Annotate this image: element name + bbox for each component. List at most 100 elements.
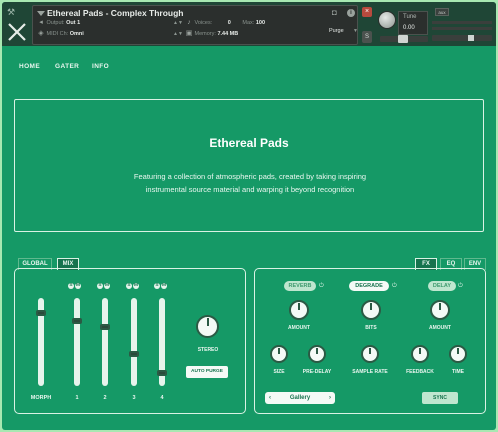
stereo-knob[interactable] [196,315,219,338]
midi-value[interactable]: Omni [70,31,84,37]
delay-amount-knob[interactable] [430,300,450,320]
nav-info[interactable]: INFO [92,63,109,70]
pre-delay-knob[interactable] [308,345,326,363]
degrade-toggle[interactable]: DEGRADE [349,281,389,291]
reverb-amount-knob[interactable] [289,300,309,320]
tune-display: Tune 0.00 [398,11,428,35]
delay-toggle[interactable]: DELAY [428,281,456,291]
fader-2-label: 2 [103,395,107,401]
purge-dropdown-icon[interactable]: ▼ [353,28,358,34]
preset-selector[interactable]: ‹ Gallery › [265,392,335,404]
size-label: SIZE [273,369,285,375]
output-value[interactable]: Out 1 [66,20,80,26]
preset-value[interactable]: Gallery [290,395,310,401]
fader-morph-handle[interactable] [36,310,46,316]
sync-button[interactable]: SYNC [422,392,458,404]
hero-description-line-2: instrumental source material and warping… [145,185,355,194]
instrument-window: ⚒ Ethereal Pads - Complex Through ◘ i ◂ … [2,2,496,430]
output-row[interactable]: ◂ Output: Out 1 [37,19,80,27]
channel-1-solo-button[interactable]: S [68,283,74,289]
tune-value[interactable]: 0.00 [403,25,415,31]
size-knob[interactable] [270,345,288,363]
fader-4[interactable] [157,298,167,386]
fader-3[interactable] [129,298,139,386]
output-label: Output: [46,20,65,26]
time-knob[interactable] [449,345,467,363]
fader-2-handle[interactable] [100,324,110,330]
camera-icon[interactable]: ◘ [332,9,342,17]
midi-row[interactable]: ◈ MIDI Ch: Omni [37,30,84,38]
fader-1-label: 1 [75,395,79,401]
tune-knob[interactable] [378,11,396,29]
wrench-icon[interactable]: ⚒ [7,8,27,17]
fader-2[interactable] [100,298,110,386]
voices-row: ♪ Voices: 0 Max: 100 [185,19,265,27]
feedback-knob[interactable] [411,345,429,363]
channel-2-solo-button[interactable]: S [97,283,103,289]
solo-button[interactable]: S [362,31,372,43]
purge-button[interactable]: Purge [329,28,344,34]
kontakt-header: ⚒ Ethereal Pads - Complex Through ◘ i ◂ … [2,2,496,46]
preset-next-icon[interactable]: › [329,392,331,404]
level-meter-right [432,27,492,30]
channel-1-mute-button[interactable]: M [75,283,81,289]
instrument-name[interactable]: Ethereal Pads - Complex Through [47,8,184,18]
midi-dropdown-icon[interactable]: ▲▼ [173,31,183,37]
reverb-power-icon[interactable]: ⏻ [319,282,325,290]
tune-label: Tune [403,14,417,20]
pan-slider-handle[interactable] [468,35,474,41]
fader-1[interactable] [72,298,82,386]
fader-3-handle[interactable] [129,351,139,357]
sample-rate-pointer [369,348,371,354]
channel-2-mute-button[interactable]: M [104,283,110,289]
bits-label: BITS [365,325,377,331]
reverb-toggle[interactable]: REVERB [284,281,316,291]
channel-4-mute-button[interactable]: M [161,283,167,289]
info-icon[interactable]: i [347,9,355,17]
max-value[interactable]: 100 [256,20,265,26]
direction-slider-handle[interactable] [398,35,408,43]
fader-morph[interactable] [36,298,46,386]
channel-4-solo-mute: SM [154,283,168,290]
fader-4-label: 4 [160,395,164,401]
bits-pointer [370,303,372,310]
preset-prev-icon[interactable]: ‹ [269,392,271,404]
hero-description: Featuring a collection of atmospheric pa… [95,170,405,196]
midi-icon: ◈ [38,30,44,37]
delay-power-icon[interactable]: ⏻ [458,282,464,290]
bits-knob[interactable] [361,300,381,320]
sample-rate-label: SAMPLE RATE [352,369,388,375]
auto-purge-button[interactable]: AUTO PURGE [186,366,228,378]
channel-2-solo-mute: SM [97,283,111,290]
fader-morph-label: MORPH [30,395,52,401]
output-dropdown-icon[interactable]: ▲▼ [173,20,183,26]
voices-icon: ♪ [187,19,191,26]
sample-rate-knob[interactable] [361,345,379,363]
instrument-logo: ⚒ [5,7,29,43]
channel-4-solo-button[interactable]: S [154,283,160,289]
reverb-amount-label: AMOUNT [288,325,310,331]
nav-home[interactable]: HOME [19,63,40,70]
channel-3-mute-button[interactable]: M [133,283,139,289]
memory-row: ▣ Memory: 7.44 MB [185,30,239,38]
nav-gater[interactable]: GATER [55,63,79,70]
channel-3-solo-button[interactable]: S [126,283,132,289]
delay-amount-label: AMOUNT [429,325,451,331]
fader-1-handle[interactable] [72,318,82,324]
fader-4-handle[interactable] [157,370,167,376]
close-icon[interactable]: × [362,7,372,17]
x-logo-icon [8,23,26,41]
memory-label: Memory: [194,31,216,37]
memory-icon: ▣ [185,30,193,37]
stereo-knob-pointer [207,318,209,326]
pan-slider[interactable] [432,35,492,41]
aux-button[interactable]: aux [435,8,449,16]
degrade-power-icon[interactable]: ⏻ [392,282,398,290]
collapse-arrow-icon[interactable] [37,11,45,16]
output-direction-slider[interactable] [380,35,428,43]
hero-title: Ethereal Pads [209,136,289,150]
stereo-label: STEREO [197,347,219,353]
feedback-label: FEEDBACK [406,369,434,375]
level-meter-left [432,21,492,24]
time-label: TIME [452,369,464,375]
